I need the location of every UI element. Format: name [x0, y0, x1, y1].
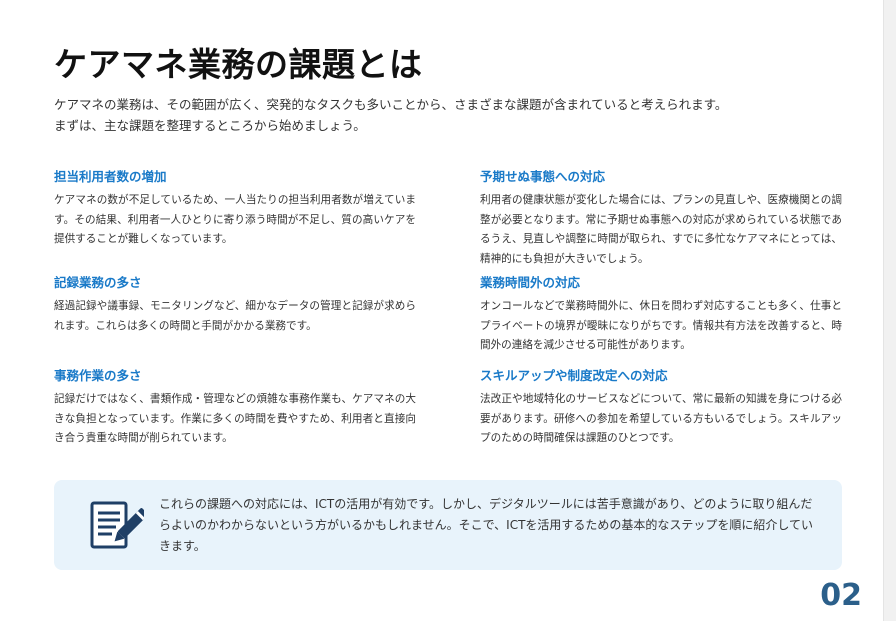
issue-skills-and-regulations: スキルアップや制度改定への対応 法改正や地域特化のサービスなどについて、常に最新… — [480, 365, 842, 449]
issue-title: 記録業務の多さ — [54, 275, 142, 290]
issue-title: 事務作業の多さ — [54, 368, 142, 383]
issue-caseload-increase: 担当利用者数の増加 ケアマネの数が不足しているため、一人当たりの担当利用者数が増… — [54, 166, 416, 250]
issue-body: オンコールなどで業務時間外に、休日を問わず対応することも多く、仕事とプライベート… — [480, 300, 842, 351]
page-edge — [883, 0, 896, 621]
issue-title: スキルアップや制度改定への対応 — [480, 368, 668, 383]
issue-title: 担当利用者数の増加 — [54, 169, 167, 184]
document-pen-icon — [90, 501, 144, 549]
issue-title: 業務時間外の対応 — [480, 275, 581, 290]
intro-text: ケアマネの業務は、その範囲が広く、突発的なタスクも多いことから、さまざまな課題が… — [54, 94, 727, 136]
page-title: ケアマネ業務の課題とは — [54, 45, 423, 84]
issue-body: 利用者の健康状態が変化した場合には、プランの見直しや、医療機関との調整が必要とな… — [480, 194, 842, 265]
issue-record-keeping: 記録業務の多さ 経過記録や議事録、モニタリングなど、細かなデータの管理と記録が求… — [54, 272, 416, 336]
ict-callout: これらの課題への対応には、ICTの活用が有効です。しかし、デジタルツールには苦手… — [54, 480, 842, 570]
issue-body: 法改正や地域特化のサービスなどについて、常に最新の知識を身につける必要があります… — [480, 393, 842, 444]
intro-line-1: ケアマネの業務は、その範囲が広く、突発的なタスクも多いことから、さまざまな課題が… — [54, 97, 728, 112]
issue-body: ケアマネの数が不足しているため、一人当たりの担当利用者数が増えています。その結果… — [54, 194, 416, 245]
callout-text: これらの課題への対応には、ICTの活用が有効です。しかし、デジタルツールには苦手… — [159, 497, 814, 553]
issue-body: 記録だけではなく、書類作成・管理などの煩雑な事務作業も、ケアマネの大きな負担とな… — [54, 393, 416, 444]
page-number: 02 — [820, 578, 862, 613]
intro-line-2: まずは、主な課題を整理するところから始めましょう。 — [54, 118, 366, 133]
issue-paperwork: 事務作業の多さ 記録だけではなく、書類作成・管理などの煩雑な事務作業も、ケアマネ… — [54, 365, 416, 449]
issue-after-hours: 業務時間外の対応 オンコールなどで業務時間外に、休日を問わず対応することも多く、… — [480, 272, 842, 356]
issue-body: 経過記録や議事録、モニタリングなど、細かなデータの管理と記録が求められます。これ… — [54, 300, 416, 332]
issue-unexpected-events: 予期せぬ事態への対応 利用者の健康状態が変化した場合には、プランの見直しや、医療… — [480, 166, 842, 269]
issue-title: 予期せぬ事態への対応 — [480, 169, 606, 184]
